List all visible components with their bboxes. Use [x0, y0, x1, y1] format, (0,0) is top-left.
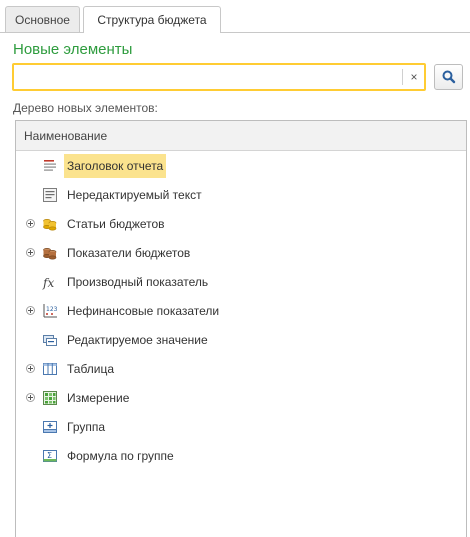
tree-item-nonfinancial[interactable]: 123 Нефинансовые показатели [16, 299, 466, 323]
expand-icon[interactable] [26, 219, 35, 228]
tree-item-label: Формула по группе [67, 449, 174, 463]
tree-item-label: Таблица [67, 362, 115, 376]
expand-icon[interactable] [26, 393, 35, 402]
new-elements-tree[interactable]: Наименование Заголовок отчета Нередактир… [15, 120, 467, 537]
report-header-icon [44, 160, 56, 171]
section-title: Новые элементы [13, 41, 133, 58]
dimension-icon [43, 391, 57, 405]
group-formula-icon: Σ [43, 450, 57, 462]
search-button[interactable] [434, 64, 463, 90]
table-icon [43, 363, 57, 375]
budget-indicators-icon [43, 248, 57, 260]
column-header[interactable]: Наименование [16, 121, 466, 151]
svg-text:123: 123 [46, 306, 58, 313]
search-divider [402, 69, 403, 85]
tree-item-label: Нередактируемый текст [67, 188, 202, 202]
tree-item-label: Заголовок отчета [64, 154, 167, 178]
column-header-name: Наименование [24, 129, 108, 143]
tree-item-table[interactable]: Таблица [16, 357, 466, 381]
budget-structure-form: Основное Структура бюджета Новые элемент… [0, 0, 470, 537]
tree-item-label: Показатели бюджетов [67, 246, 191, 260]
search-field[interactable]: × [12, 63, 426, 91]
tree-item-report-header[interactable]: Заголовок отчета [16, 154, 466, 178]
tab-bar-divider [0, 32, 470, 33]
clear-button[interactable]: × [406, 67, 422, 87]
tree-caption: Дерево новых элементов: [13, 101, 158, 115]
tree-item-label: Статьи бюджетов [67, 217, 165, 231]
tree-item-editable-value[interactable]: Редактируемое значение [16, 328, 466, 352]
tab-main[interactable]: Основное [5, 6, 80, 32]
tree-item-label: Редактируемое значение [67, 333, 208, 347]
readonly-text-icon [43, 188, 57, 202]
tree-item-group-formula[interactable]: Σ Формула по группе [16, 444, 466, 468]
svg-text:Σ: Σ [47, 451, 52, 460]
editable-value-icon [43, 335, 57, 346]
tree-item-label: Производный показатель [67, 275, 209, 289]
tree-item-label: Измерение [67, 391, 130, 405]
function-icon: fx [42, 276, 54, 290]
tree-item-derived-indicator[interactable]: fx Производный показатель [16, 270, 466, 294]
svg-text:fx: fx [42, 276, 54, 290]
expand-icon[interactable] [26, 306, 35, 315]
group-icon [43, 421, 57, 433]
tree-item-label: Группа [67, 420, 106, 434]
tree-item-label: Нефинансовые показатели [67, 304, 220, 318]
tab-budget-structure[interactable]: Структура бюджета [83, 6, 221, 33]
search-input[interactable] [18, 67, 398, 87]
tree-item-budget-items[interactable]: Статьи бюджетов [16, 212, 466, 236]
tree-item-group[interactable]: Группа [16, 415, 466, 439]
tree-item-dimension[interactable]: Измерение [16, 386, 466, 410]
expand-icon[interactable] [26, 364, 35, 373]
tree-item-budget-indicators[interactable]: Показатели бюджетов [16, 241, 466, 265]
tab-bar: Основное Структура бюджета [0, 0, 470, 33]
budget-items-icon [43, 219, 57, 231]
expand-icon[interactable] [26, 248, 35, 257]
nonfinancial-icon: 123 [43, 304, 58, 318]
tree-item-readonly-text[interactable]: Нередактируемый текст [16, 183, 466, 207]
search-icon [442, 70, 456, 84]
